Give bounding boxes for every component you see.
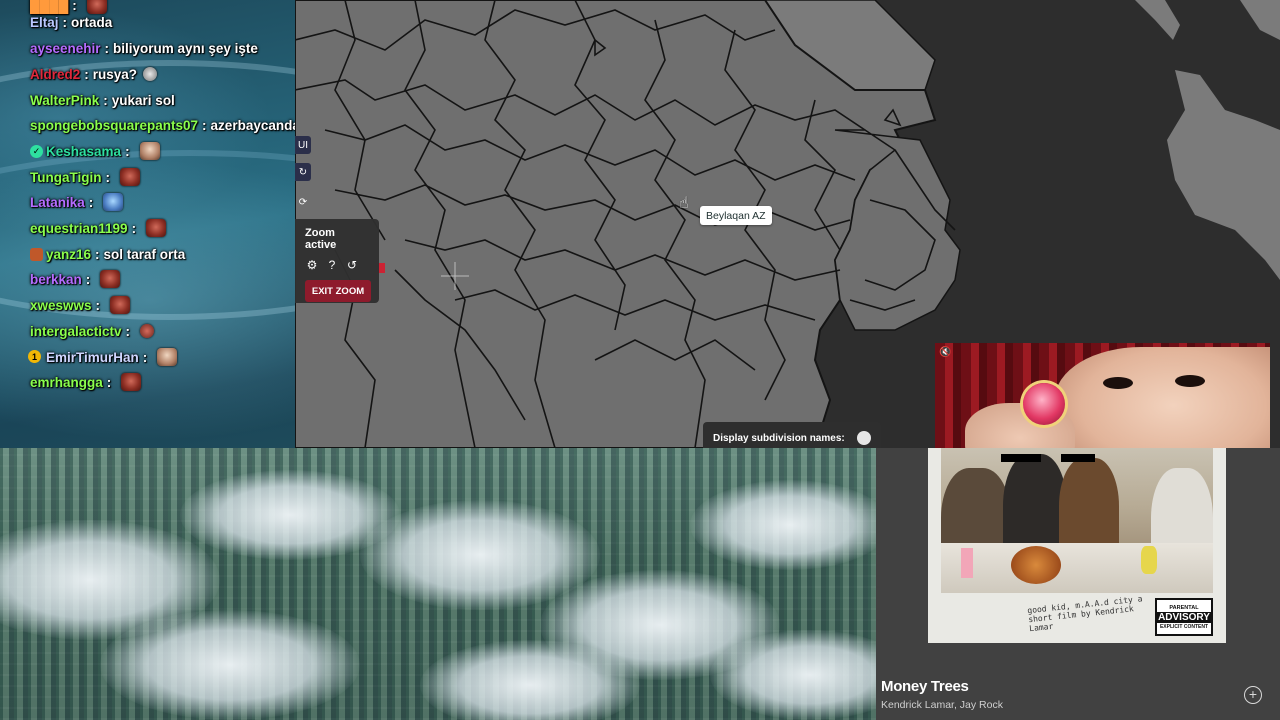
chat-panel: ████: Eltaj: ortada ayseenehir: biliyorum … — [0, 0, 433, 400]
map-marker — [378, 263, 385, 273]
chat-text: sol taraf orta — [103, 246, 186, 262]
reset-button[interactable]: ⟳ — [295, 193, 311, 211]
emote-icon — [146, 219, 167, 237]
heart-pendant — [1023, 383, 1065, 425]
chat-username[interactable]: Aldred2 — [30, 67, 80, 82]
chat-username[interactable]: ayseenehir — [30, 41, 101, 56]
zoom-icon-row: ⚙ ? ↺ — [305, 258, 369, 272]
region-tooltip: Beylaqan AZ — [700, 206, 772, 225]
mouse-pointer-icon: ☝ — [679, 195, 689, 212]
map-outside-region — [1240, 0, 1280, 40]
chat-message: Aldred2: rusya? — [30, 63, 158, 85]
chat-username[interactable]: spongebobsquarepants07 — [30, 118, 198, 133]
emote-icon — [121, 373, 142, 391]
subdivision-names-control: Display subdivision names: — [703, 422, 881, 448]
song-artist[interactable]: Kendrick Lamar, Jay Rock — [881, 699, 1003, 711]
gift-badge-icon: 1 — [28, 350, 41, 363]
chat-text: rusya? — [92, 66, 138, 82]
chat-message: berkkan: — [30, 268, 121, 290]
chat-message: TungaTigin: — [30, 166, 140, 188]
chat-username[interactable]: emrhangga — [30, 375, 103, 390]
emote-icon — [100, 270, 121, 288]
chat-username[interactable]: Latanika — [30, 195, 85, 210]
gear-icon[interactable]: ⚙ — [305, 258, 319, 272]
bits-badge-icon — [30, 248, 43, 261]
sub-badge-icon: ✓ — [30, 145, 43, 158]
chat-username[interactable]: Keshasama — [46, 144, 121, 159]
ui-toggle-button[interactable]: UI — [295, 136, 311, 154]
chat-message: Latanika: — [30, 191, 124, 213]
chat-text: biliyorum aynı şey işte — [113, 40, 258, 56]
chat-message: WalterPink: yukari sol — [30, 92, 175, 108]
emote-icon — [110, 296, 131, 314]
emote-icon — [143, 67, 158, 81]
chat-username[interactable]: WalterPink — [30, 93, 99, 108]
exit-zoom-button[interactable]: EXIT ZOOM — [305, 280, 371, 302]
album-caption: good kid, m.A.A.d city a short film by K… — [1026, 594, 1143, 634]
history-icon[interactable]: ↺ — [345, 258, 359, 272]
emote-icon — [120, 168, 140, 186]
chat-message: xweswws: — [30, 294, 131, 316]
chat-message: yanz16: sol taraf orta — [46, 246, 186, 262]
chat-username[interactable]: xweswws — [30, 298, 92, 313]
chat-message: equestrian1199: — [30, 217, 167, 239]
album-photo — [941, 448, 1213, 593]
chat-message: ayseenehir: biliyorum aynı şey işte — [30, 40, 258, 56]
chat-username[interactable]: equestrian1199 — [30, 221, 128, 236]
chat-message: Keshasama: — [46, 140, 160, 162]
subdivision-names-label: Display subdivision names: — [713, 432, 845, 444]
chat-username[interactable]: Eltaj — [30, 15, 59, 30]
chat-message: EmirTimurHan: — [46, 346, 178, 368]
chat-message: Eltaj: ortada — [30, 14, 113, 30]
spotify-now-playing: good kid, m.A.A.d city a short film by K… — [876, 448, 1280, 720]
chat-username[interactable]: intergalactictv — [30, 324, 122, 339]
album-art: good kid, m.A.A.d city a short film by K… — [928, 448, 1226, 643]
chat-username[interactable]: TungaTigin — [30, 170, 102, 185]
plus-circle-icon[interactable]: + — [1244, 686, 1262, 704]
help-icon[interactable]: ? — [325, 258, 339, 272]
chat-username[interactable]: yanz16 — [46, 247, 91, 262]
speaker-muted-icon[interactable]: 🔇 — [939, 347, 951, 358]
emote-icon — [157, 348, 178, 366]
map-outside-region — [1167, 70, 1280, 280]
zoom-controls: Zoom active ⚙ ? ↺ EXIT ZOOM — [295, 219, 379, 303]
song-title[interactable]: Money Trees — [881, 678, 969, 695]
emote-icon — [103, 193, 124, 211]
chat-text: ortada — [71, 14, 113, 30]
subdivision-names-toggle[interactable] — [856, 431, 871, 445]
music-video-overlay[interactable]: 🔇 — [935, 343, 1270, 448]
zoom-status: Zoom active — [305, 227, 337, 251]
map-outside-region — [1135, 0, 1180, 40]
chat-text: yukari sol — [111, 92, 175, 108]
parental-advisory-label: PARENTAL ADVISORY EXPLICIT CONTENT — [1155, 598, 1213, 636]
emote-icon — [139, 142, 160, 160]
chat-message: intergalactictv: — [30, 320, 155, 342]
chat-username[interactable]: EmirTimurHan — [46, 350, 139, 365]
chat-message: emrhangga: — [30, 371, 142, 393]
undo-button[interactable]: ↻ — [295, 163, 311, 181]
chat-username[interactable]: berkkan — [30, 272, 82, 287]
emote-icon — [140, 324, 155, 338]
